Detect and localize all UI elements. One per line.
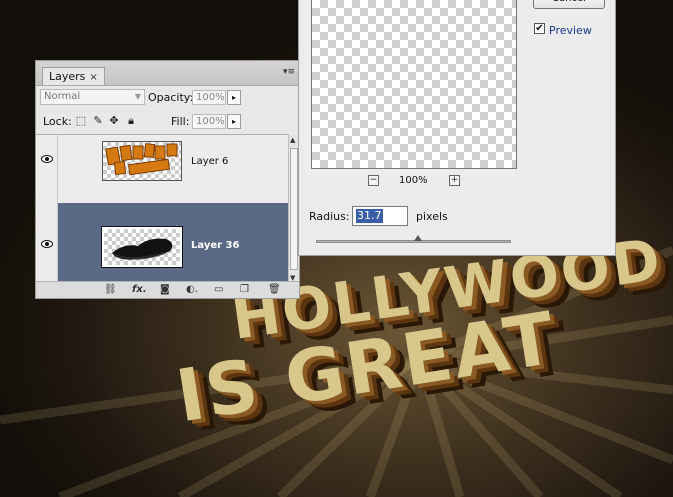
gaussian-blur-dialog: Cancel ✔ Preview − 100% + Radius: 31.7 p… xyxy=(298,0,616,256)
zoom-out-button[interactable]: − xyxy=(368,175,379,186)
preview-area[interactable] xyxy=(311,0,517,169)
new-layer-icon[interactable]: ❐ xyxy=(240,284,249,296)
lock-all-icon[interactable]: 🔒︎ xyxy=(125,115,137,127)
visibility-toggle[interactable] xyxy=(36,135,58,203)
radius-input[interactable]: 31.7 xyxy=(352,206,408,226)
layer-name[interactable]: Layer 36 xyxy=(191,240,239,251)
layers-panel: Layers × ▾≡ Normal ▼ Opacity: 100% ▸ Lock… xyxy=(35,60,300,299)
trash-icon[interactable]: 🗑︎ xyxy=(268,284,281,296)
panel-tabbar: Layers × ▾≡ xyxy=(36,61,299,86)
pixels-label: pixels xyxy=(416,210,448,223)
layer-thumbnail xyxy=(101,226,183,268)
visibility-toggle[interactable] xyxy=(36,203,58,285)
zoom-in-button[interactable]: + xyxy=(449,175,460,186)
radius-label: Radius: xyxy=(309,210,350,223)
mask-icon[interactable]: ◙ xyxy=(160,284,170,296)
chevron-down-icon[interactable]: ▼ xyxy=(132,89,144,105)
panel-menu-icon[interactable]: ▾≡ xyxy=(283,67,295,77)
layers-list: Layer 6 Layer 36 xyxy=(36,134,288,285)
preview-label[interactable]: Preview xyxy=(549,24,592,37)
tab-layers-label: Layers xyxy=(49,70,86,83)
lock-label: Lock: xyxy=(43,115,72,128)
fill-arrow-button[interactable]: ▸ xyxy=(227,114,241,129)
radius-slider-knob[interactable] xyxy=(414,235,422,241)
lock-position-icon[interactable]: ✥ xyxy=(108,115,120,127)
adjustment-icon[interactable]: ◐. xyxy=(186,284,198,296)
scroll-up-icon[interactable]: ▲ xyxy=(290,136,295,144)
link-icon[interactable]: ⛓ xyxy=(104,284,117,296)
fx-icon[interactable]: fx. xyxy=(132,284,147,296)
eye-icon xyxy=(41,155,53,163)
lock-transparent-icon[interactable]: ⬚ xyxy=(75,115,87,127)
fx-label: fx xyxy=(132,284,143,295)
layer-row-layer-6[interactable]: Layer 6 xyxy=(36,135,288,203)
scroll-thumb[interactable] xyxy=(290,148,298,270)
opacity-arrow-button[interactable]: ▸ xyxy=(227,90,241,105)
layer-name[interactable]: Layer 6 xyxy=(191,156,228,167)
blend-row: Normal ▼ Opacity: 100% ▸ xyxy=(36,86,299,108)
opacity-label: Opacity: xyxy=(148,91,194,104)
fill-label: Fill: xyxy=(171,115,190,128)
layer-thumbnail xyxy=(102,141,182,181)
opacity-field[interactable]: 100% xyxy=(192,90,226,105)
folder-icon[interactable]: ▭ xyxy=(214,284,223,296)
fill-field[interactable]: 100% xyxy=(192,114,226,129)
preview-checkbox[interactable]: ✔ xyxy=(534,23,545,34)
tab-close-icon[interactable]: × xyxy=(89,72,97,83)
layer-row-layer-36[interactable]: Layer 36 xyxy=(36,203,288,285)
zoom-level: 100% xyxy=(399,175,428,186)
cancel-button[interactable]: Cancel xyxy=(533,0,605,9)
radius-value: 31.7 xyxy=(356,209,383,223)
eye-icon xyxy=(41,240,53,248)
tab-layers[interactable]: Layers × xyxy=(42,67,105,85)
lock-row: Lock: ⬚ ✎ ✥ 🔒︎ Fill: 100% ▸ xyxy=(36,111,299,133)
panel-footer: ⛓ fx. ◙ ◐. ▭ ❐ 🗑︎ xyxy=(36,281,299,298)
blend-mode-select[interactable]: Normal xyxy=(40,89,145,105)
lock-pixels-icon[interactable]: ✎ xyxy=(92,115,104,127)
